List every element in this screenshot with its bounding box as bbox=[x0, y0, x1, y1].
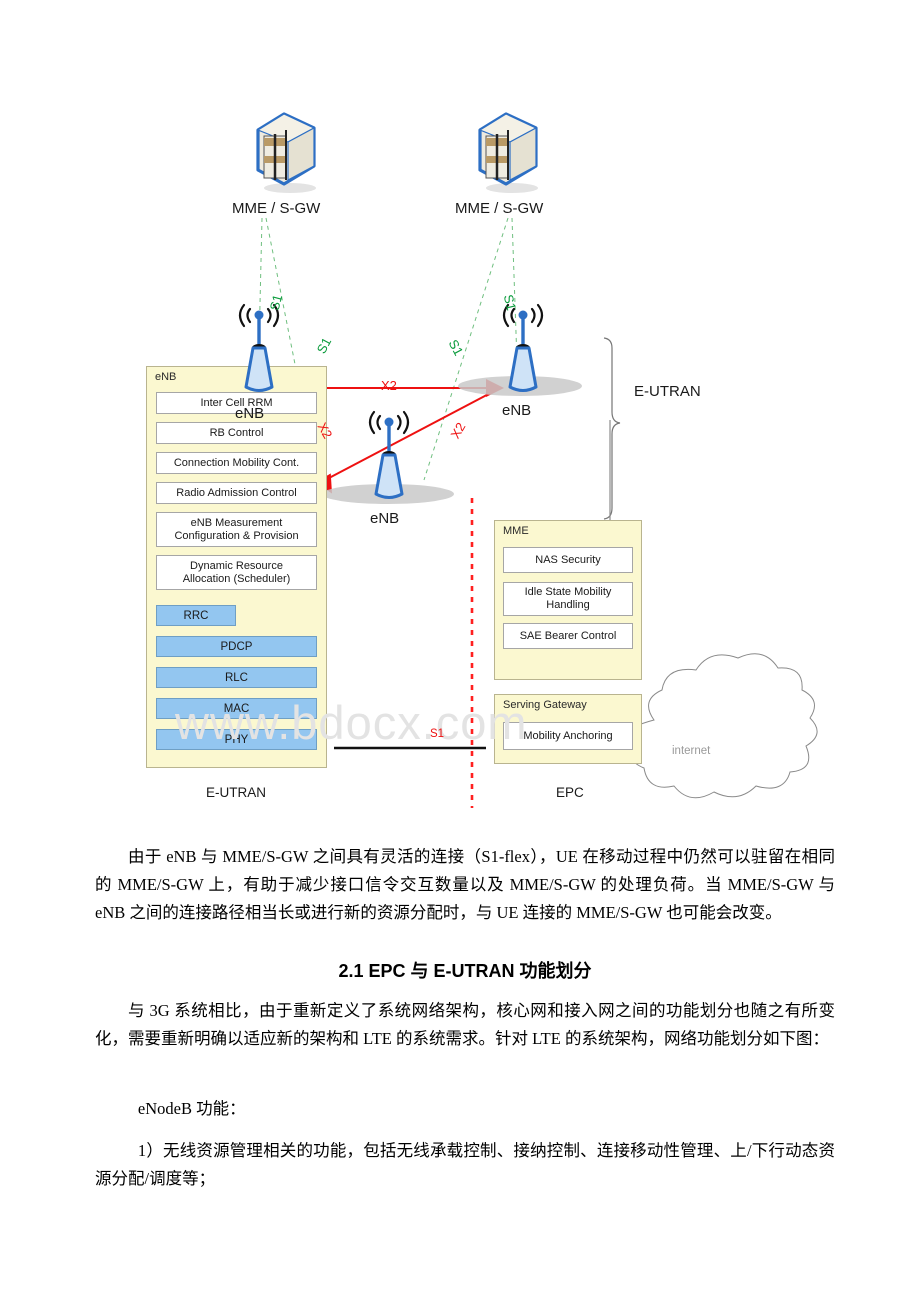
paragraph-function-split: 与 3G 系统相比，由于重新定义了系统网络架构，核心网和接入网之间的功能划分也随… bbox=[95, 1000, 835, 1048]
enb-node-label: eNB bbox=[370, 510, 400, 527]
function-box-sae-bearer-control: SAE Bearer Control bbox=[503, 623, 633, 649]
core-node-label: MME / S-GW bbox=[455, 200, 544, 217]
protocol-box-rlc: RLC bbox=[156, 667, 317, 688]
x2-label: X2 bbox=[381, 378, 397, 393]
e-utran-brace bbox=[603, 337, 621, 520]
section-heading-2-1: 2.1 EPC 与 E-UTRAN 功能划分 bbox=[338, 960, 592, 981]
serving-gateway-panel-title: Serving Gateway bbox=[503, 699, 587, 711]
internet-cloud bbox=[626, 653, 818, 799]
figure-footer-eutran: E-UTRAN bbox=[206, 785, 266, 800]
enb-panel-title: eNB bbox=[155, 371, 177, 383]
enb-node-label: eNB bbox=[235, 405, 265, 422]
function-box-enb-measurement: eNB Measurement Configuration & Provisio… bbox=[156, 512, 317, 547]
protocol-box-pdcp: PDCP bbox=[156, 636, 317, 657]
paragraph-function-item-1: 1）无线资源管理相关的功能，包括无线承载控制、接纳控制、连接移动性管理、上/下行… bbox=[95, 1140, 835, 1188]
server-icon bbox=[250, 108, 322, 201]
network-architecture-figure: www.bdocx.com MME / S-GW MME / S-GW eNB … bbox=[0, 90, 920, 820]
function-box-idle-state-mobility-handling: Idle State Mobility Handling bbox=[503, 582, 633, 616]
figure-footer-epc: EPC bbox=[556, 785, 584, 800]
paragraph-s1-flex: 由于 eNB 与 MME/S-GW 之间具有灵活的连接（S1-flex），UE … bbox=[95, 846, 835, 922]
function-box-radio-admission-control: Radio Admission Control bbox=[156, 482, 317, 504]
function-box-dynamic-resource-allocation: Dynamic Resource Allocation (Scheduler) bbox=[156, 555, 317, 590]
function-box-connection-mobility-cont: Connection Mobility Cont. bbox=[156, 452, 317, 474]
mme-panel-title: MME bbox=[503, 525, 529, 537]
s1-bearer-label: S1 bbox=[430, 728, 445, 740]
enb-node-label: eNB bbox=[502, 402, 532, 419]
internet-cloud-label: internet bbox=[672, 745, 711, 757]
protocol-box-rrc: RRC bbox=[156, 605, 236, 626]
base-station-icon bbox=[492, 295, 554, 400]
function-box-mobility-anchoring: Mobility Anchoring bbox=[503, 722, 633, 750]
protocol-box-mac: MAC bbox=[156, 698, 317, 719]
server-icon bbox=[472, 108, 544, 201]
core-node-label: MME / S-GW bbox=[232, 200, 321, 217]
protocol-box-phy: PHY bbox=[156, 729, 317, 750]
function-box-rb-control: RB Control bbox=[156, 422, 317, 444]
paragraph-enodeb-functions-title: eNodeB 功能： bbox=[137, 1098, 246, 1118]
function-box-nas-security: NAS Security bbox=[503, 547, 633, 573]
document-page: www.bdocx.com MME / S-GW MME / S-GW eNB … bbox=[0, 0, 920, 1302]
e-utran-brace-label: E-UTRAN bbox=[634, 383, 701, 400]
base-station-icon bbox=[358, 402, 420, 507]
